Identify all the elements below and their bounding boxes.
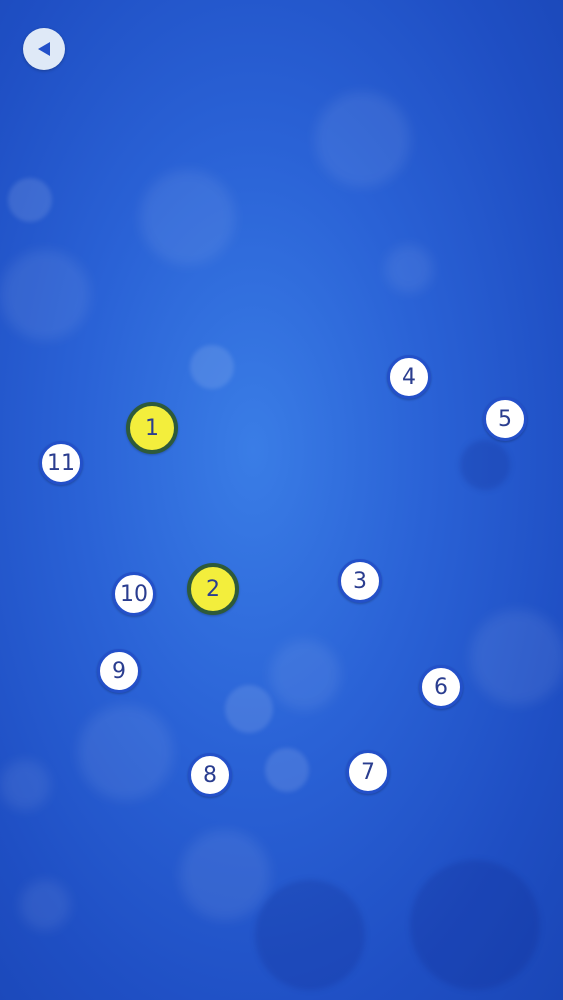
dot-label: 10 <box>120 581 148 607</box>
dot-10[interactable]: 10 <box>112 572 156 616</box>
dot-11[interactable]: 11 <box>39 441 83 485</box>
dot-5[interactable]: 5 <box>483 397 527 441</box>
dot-label: 3 <box>353 568 367 594</box>
dot-8[interactable]: 8 <box>188 753 232 797</box>
dot-label: 1 <box>145 415 159 441</box>
dot-label: 8 <box>203 762 217 788</box>
dot-4[interactable]: 4 <box>387 355 431 399</box>
triangle-left-icon <box>38 42 50 56</box>
dot-label: 11 <box>47 450 75 476</box>
dot-2[interactable]: 2 <box>187 563 239 615</box>
dot-9[interactable]: 9 <box>97 649 141 693</box>
dot-1[interactable]: 1 <box>126 402 178 454</box>
dot-3[interactable]: 3 <box>338 559 382 603</box>
dot-label: 5 <box>498 406 512 432</box>
dot-label: 2 <box>206 576 220 602</box>
back-button[interactable] <box>23 28 65 70</box>
dot-label: 7 <box>361 759 375 785</box>
dot-6[interactable]: 6 <box>419 665 463 709</box>
dot-7[interactable]: 7 <box>346 750 390 794</box>
dot-label: 4 <box>402 364 416 390</box>
dot-label: 6 <box>434 674 448 700</box>
dot-label: 9 <box>112 658 126 684</box>
